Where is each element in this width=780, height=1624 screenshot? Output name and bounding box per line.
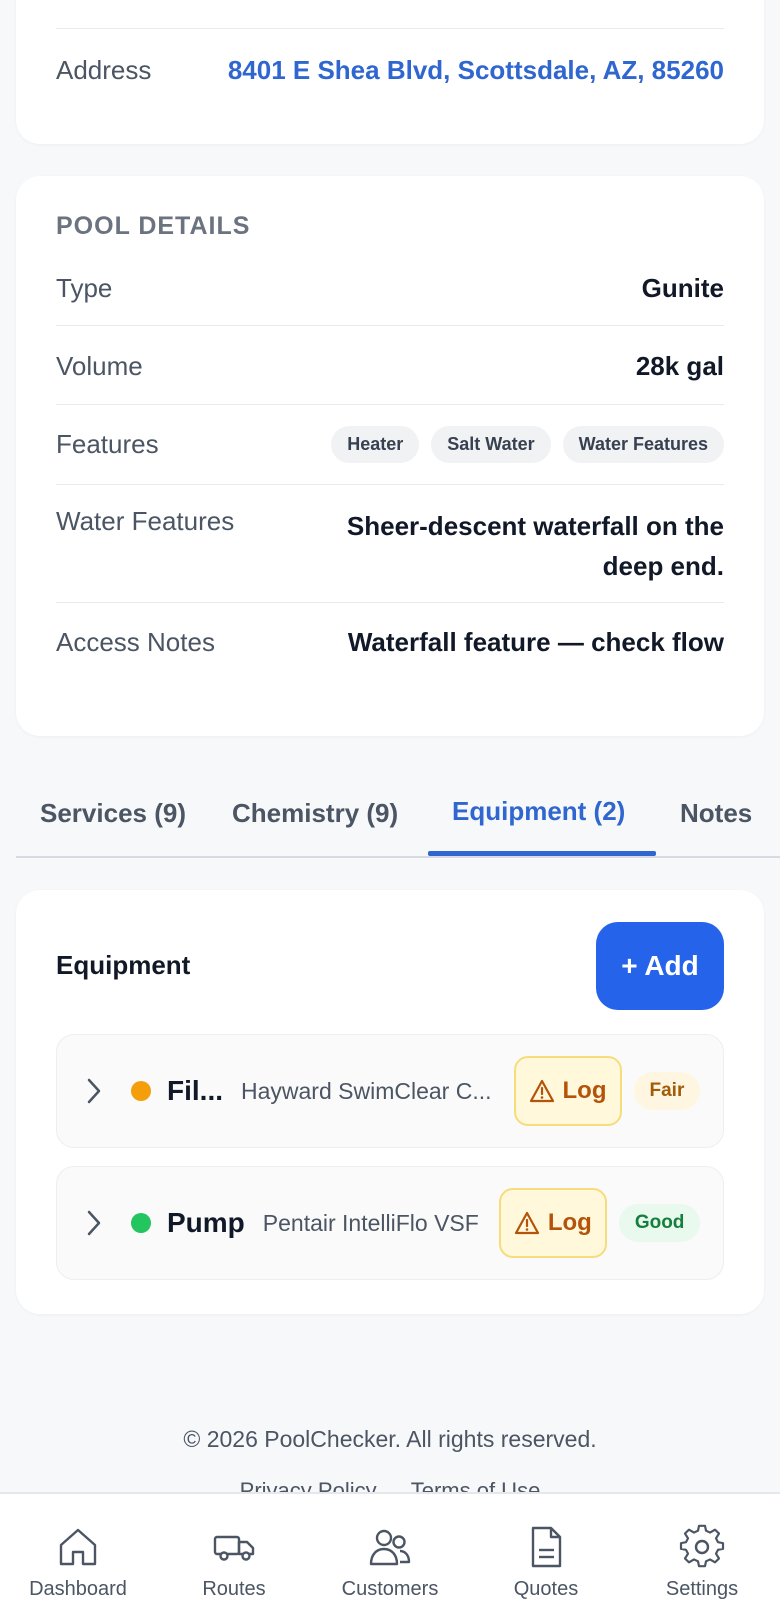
tab-notes[interactable]: Notes [680,798,752,829]
equipment-card: Equipment + Add Fil... Hayward SwimClear… [16,890,764,1314]
feature-chips: Heater Salt Water Water Features [331,425,724,463]
bottom-nav: Dashboard Routes Customers Quotes Settin… [0,1492,780,1624]
feature-chip: Water Features [562,425,724,463]
log-label: Log [547,1209,592,1236]
pool-volume-row: Volume 28k gal [56,338,724,394]
feature-chip: Salt Water [431,425,551,463]
contact-card: Address 8401 E Shea Blvd, Scottsdale, AZ… [16,0,764,144]
equipment-model: Hayward SwimClear C... [241,1077,492,1104]
divider [56,484,724,485]
document-icon [531,1526,562,1568]
equipment-model: Pentair IntelliFlo VSF [262,1209,479,1236]
type-value: Gunite [641,272,724,303]
chevron-right-icon[interactable] [85,1077,115,1105]
equipment-name: Fil... [167,1075,223,1106]
volume-value: 28k gal [635,350,724,381]
status-dot [131,1213,151,1233]
divider [56,28,724,29]
type-label: Type [56,272,113,303]
warning-icon [529,1079,554,1103]
pool-features-row: Features Heater Salt Water Water Feature… [56,416,724,472]
nav-settings[interactable]: Settings [624,1494,780,1624]
nav-customers[interactable]: Customers [312,1494,468,1624]
equipment-name: Pump [167,1207,245,1238]
address-row: Address 8401 E Shea Blvd, Scottsdale, AZ… [56,42,724,98]
log-button[interactable]: Log [498,1188,607,1258]
section-title: POOL DETAILS [56,212,251,240]
equipment-title: Equipment [56,950,191,980]
equipment-row[interactable]: Fil... Hayward SwimClear C... Log Fair [56,1034,724,1148]
home-icon [59,1528,97,1566]
status-dot [131,1081,151,1101]
equipment-row[interactable]: Pump Pentair IntelliFlo VSF Log Good [56,1166,724,1280]
nav-quotes[interactable]: Quotes [468,1494,624,1624]
copyright: © 2026 PoolChecker. All rights reserved. [183,1426,597,1452]
status-badge: Fair [633,1072,701,1110]
access-notes-value: Waterfall feature — check flow [347,626,724,657]
pool-type-row: Type Gunite [56,260,724,316]
nav-label: Settings [665,1578,739,1600]
add-equipment-button[interactable]: + Add [596,922,724,1010]
water-features-row: Water Features Sheer-descent waterfall o… [56,506,724,586]
nav-routes[interactable]: Routes [156,1494,312,1624]
nav-dashboard[interactable]: Dashboard [0,1494,156,1624]
feature-chip: Heater [331,425,420,463]
address-label: Address [56,54,152,85]
divider [56,325,724,326]
water-features-value: Sheer-descent waterfall on the deep end. [346,511,724,581]
pool-details-card: POOL DETAILS Type Gunite Volume 28k gal … [16,176,764,736]
warning-icon [514,1211,539,1235]
nav-label: Customers [341,1578,439,1600]
log-label: Log [562,1077,607,1104]
truck-icon [213,1535,255,1561]
tab-chemistry[interactable]: Chemistry (9) [232,798,398,829]
chevron-right-icon[interactable] [85,1209,115,1237]
gear-icon [679,1524,725,1568]
nav-label: Routes [202,1578,266,1600]
tab-services[interactable]: Services (9) [40,798,186,829]
status-badge: Good [618,1204,701,1242]
water-features-label: Water Features [56,506,235,536]
divider [56,404,724,405]
access-notes-label: Access Notes [56,626,215,657]
nav-label: Dashboard [29,1578,127,1600]
users-icon [369,1529,411,1566]
address-link[interactable]: 8401 E Shea Blvd, Scottsdale, AZ, 85260 [228,55,724,86]
tab-bar: Services (9) Chemistry (9) Equipment (2)… [16,770,780,858]
tab-equipment[interactable]: Equipment (2) [452,796,625,827]
active-tab-indicator [428,851,656,856]
log-button[interactable]: Log [513,1056,622,1126]
access-notes-row: Access Notes Waterfall feature — check f… [56,614,724,670]
volume-label: Volume [56,350,143,381]
features-label: Features [56,428,159,459]
divider [56,602,724,603]
nav-label: Quotes [513,1578,579,1600]
